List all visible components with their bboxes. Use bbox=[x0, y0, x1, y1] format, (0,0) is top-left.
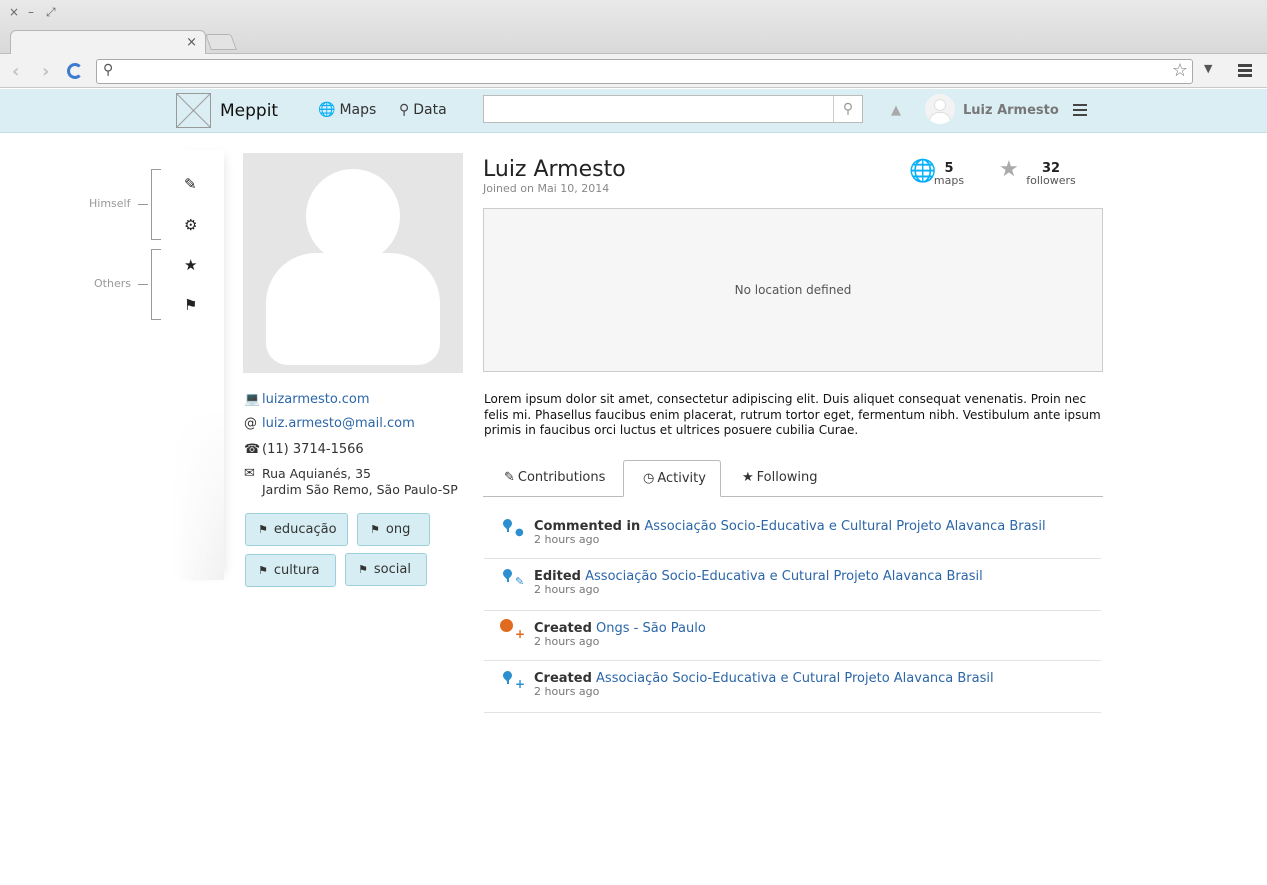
tab-contributions[interactable]: ✎ Contributions bbox=[488, 460, 621, 497]
profile-name: Luiz Armesto bbox=[483, 157, 626, 182]
window-maximize-icon[interactable]: ⤢ bbox=[46, 5, 56, 20]
avatar[interactable] bbox=[925, 94, 955, 124]
tag-cultura[interactable]: ⚑ cultura bbox=[245, 554, 336, 587]
bracket bbox=[151, 249, 161, 320]
contact-address: ✉ Rua Aquianés, 35 Jardim São Remo, São … bbox=[244, 466, 458, 498]
marker-add-icon: + bbox=[500, 669, 528, 693]
flag-icon[interactable]: ⚑ bbox=[184, 296, 197, 314]
tab-activity[interactable]: ◷ Activity bbox=[623, 460, 721, 497]
activity-time: 2 hours ago bbox=[534, 533, 600, 546]
pencil-icon[interactable]: ✎ bbox=[184, 175, 197, 193]
activity-time: 2 hours ago bbox=[534, 635, 600, 648]
contact-email: @ luiz.armesto@mail.com bbox=[244, 416, 415, 431]
tab-following[interactable]: ★ Following bbox=[726, 460, 834, 497]
list-item: + Created Associação Socio-Educativa e C… bbox=[484, 661, 1101, 713]
laptop-icon: 💻 bbox=[244, 392, 261, 407]
user-name[interactable]: Luiz Armesto bbox=[963, 103, 1059, 118]
browser-menu-icon[interactable] bbox=[1238, 64, 1252, 79]
star-icon: ★ bbox=[999, 157, 1019, 182]
contact-website: 💻 luizarmesto.com bbox=[244, 392, 370, 407]
activity-target-link[interactable]: Associação Socio-Educativa e Cutural Pro… bbox=[585, 569, 983, 584]
search-input[interactable]: ⚲ bbox=[483, 95, 863, 123]
side-toolbar bbox=[172, 150, 224, 580]
window-minimize-icon[interactable]: – bbox=[28, 5, 34, 19]
bookmark-star-icon[interactable]: ☆ bbox=[1172, 60, 1188, 81]
reload-icon[interactable] bbox=[67, 63, 83, 79]
browser-toolbar: ‹ › ⚲ ☆ ▼ bbox=[0, 54, 1267, 88]
forward-button[interactable]: › bbox=[42, 61, 49, 82]
contact-phone: ☎ (11) 3714-1566 bbox=[244, 442, 364, 457]
list-item: ✎ Edited Associação Socio-Educativa e Cu… bbox=[484, 559, 1101, 611]
profile-bio: Lorem ipsum dolor sit amet, consectetur … bbox=[484, 392, 1101, 437]
address-bar[interactable]: ⚲ ☆ bbox=[96, 59, 1193, 84]
tag-icon: ⚑ bbox=[370, 523, 380, 536]
followers-label: followers bbox=[1026, 174, 1076, 187]
location-map[interactable]: No location defined bbox=[483, 208, 1103, 372]
dropdown-icon[interactable]: ▼ bbox=[1204, 62, 1212, 75]
back-button[interactable]: ‹ bbox=[12, 61, 19, 82]
activity-action: Created bbox=[534, 671, 592, 686]
activity-target-link[interactable]: Associação Socio-Educativa e Cultural Pr… bbox=[644, 519, 1045, 534]
tag-educacao[interactable]: ⚑ educação bbox=[245, 513, 348, 546]
search-button[interactable]: ⚲ bbox=[833, 96, 862, 122]
group-label-others: Others bbox=[94, 277, 131, 290]
activity-target-link[interactable]: Ongs - São Paulo bbox=[596, 621, 706, 636]
joined-date: Joined on Mai 10, 2014 bbox=[483, 182, 610, 195]
window-close-icon[interactable]: × bbox=[9, 5, 19, 19]
gear-icon[interactable]: ⚙ bbox=[184, 216, 197, 234]
bell-icon[interactable]: ▲ bbox=[891, 103, 901, 118]
menu-icon[interactable] bbox=[1073, 104, 1087, 119]
bracket bbox=[151, 169, 161, 240]
phone-icon: ☎ bbox=[244, 442, 261, 457]
star-icon: ★ bbox=[742, 470, 754, 485]
tab-close-icon[interactable]: × bbox=[186, 35, 197, 50]
nav-maps[interactable]: 🌐 Maps bbox=[318, 102, 376, 118]
tag-ong[interactable]: ⚑ ong bbox=[357, 513, 430, 546]
browser-tab[interactable]: × bbox=[10, 30, 206, 55]
at-icon: @ bbox=[244, 416, 257, 431]
activity-time: 2 hours ago bbox=[534, 685, 600, 698]
tag-icon: ⚑ bbox=[258, 564, 268, 577]
activity-target-link[interactable]: Associação Socio-Educativa e Cutural Pro… bbox=[596, 671, 994, 686]
map-add-icon: + bbox=[500, 619, 528, 643]
profile-picture bbox=[243, 153, 463, 373]
tag-social[interactable]: ⚑ social bbox=[345, 553, 427, 586]
address-line1: Rua Aquianés, 35 bbox=[262, 466, 371, 481]
browser-titlebar: × – ⤢ × bbox=[0, 0, 1267, 55]
activity-time: 2 hours ago bbox=[534, 583, 600, 596]
address-line2: Jardim São Remo, São Paulo-SP bbox=[262, 482, 458, 497]
activity-action: Commented in bbox=[534, 519, 641, 534]
clock-icon: ◷ bbox=[643, 471, 655, 486]
list-item: + Created Ongs - São Paulo 2 hours ago bbox=[484, 611, 1101, 661]
website-link[interactable]: luizarmesto.com bbox=[262, 392, 370, 407]
star-icon[interactable]: ★ bbox=[184, 256, 197, 274]
envelope-icon: ✉ bbox=[244, 466, 255, 481]
logo-placeholder-icon[interactable] bbox=[176, 93, 211, 128]
globe-icon: 🌐 bbox=[318, 102, 336, 118]
activity-action: Edited bbox=[534, 569, 581, 584]
group-label-himself: Himself bbox=[89, 197, 131, 210]
maps-label: maps bbox=[933, 174, 965, 187]
phone-number: (11) 3714-1566 bbox=[262, 442, 364, 457]
list-item: ● Commented in Associação Socio-Educativ… bbox=[484, 509, 1101, 559]
nav-data[interactable]: ⚲ Data bbox=[399, 102, 447, 118]
map-marker-icon: ⚲ bbox=[399, 102, 410, 118]
search-icon: ⚲ bbox=[103, 62, 114, 78]
activity-action: Created bbox=[534, 621, 592, 636]
edit-icon: ✎ bbox=[504, 470, 515, 485]
app-name[interactable]: Meppit bbox=[220, 101, 278, 121]
tag-icon: ⚑ bbox=[258, 523, 268, 536]
app-header: Meppit 🌐 Maps ⚲ Data ⚲ ▲ Luiz Armesto bbox=[0, 89, 1267, 133]
marker-comment-icon: ● bbox=[500, 517, 528, 541]
marker-edit-icon: ✎ bbox=[500, 567, 528, 591]
email-link[interactable]: luiz.armesto@mail.com bbox=[262, 416, 415, 431]
new-tab-button[interactable] bbox=[205, 34, 237, 50]
tag-icon: ⚑ bbox=[358, 563, 368, 576]
no-location-text: No location defined bbox=[734, 283, 852, 297]
